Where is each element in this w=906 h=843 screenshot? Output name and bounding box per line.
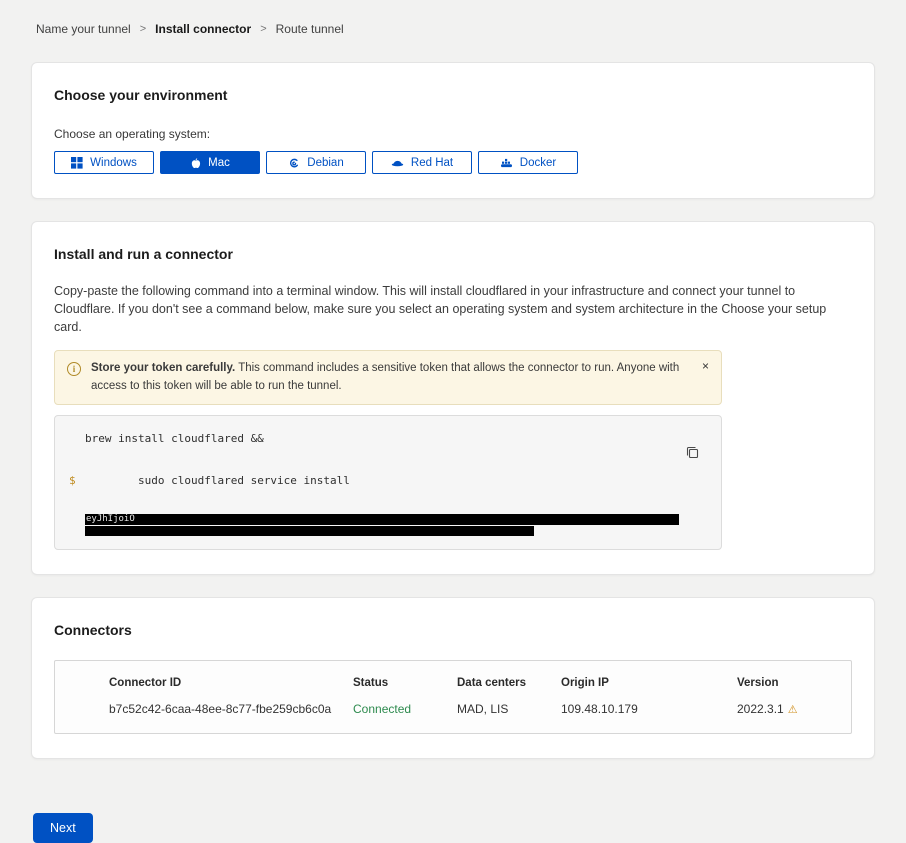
copy-icon[interactable] (686, 446, 699, 462)
install-card: Install and run a connector Copy-paste t… (31, 221, 875, 575)
info-icon: i (67, 362, 81, 376)
cell-data-centers: MAD, LIS (457, 702, 561, 716)
cell-version: 2022.3.1 ⚠ (737, 702, 831, 716)
token-warning-banner: i Store your token carefully. This comma… (54, 350, 722, 405)
windows-icon (71, 157, 83, 169)
os-button-label: Debian (307, 157, 343, 169)
os-button-debian[interactable]: Debian (266, 151, 366, 174)
apple-icon (190, 157, 201, 169)
breadcrumb-separator: > (140, 23, 146, 35)
code-line-2-text: sudo cloudflared service install (138, 474, 350, 487)
os-button-label: Mac (208, 157, 230, 169)
install-card-title: Install and run a connector (54, 246, 852, 262)
page: Name your tunnel > Install connector > R… (0, 0, 906, 843)
os-button-row: Windows Mac Debian Red Hat Docker (54, 151, 852, 174)
breadcrumb-separator: > (260, 23, 266, 35)
token-warning-bold: Store your token carefully. (91, 362, 235, 374)
debian-icon (288, 157, 300, 169)
cell-connector-id: b7c52c42-6caa-48ee-8c77-fbe259cb6c0a (109, 702, 353, 716)
os-button-windows[interactable]: Windows (54, 151, 154, 174)
os-button-label: Docker (520, 157, 556, 169)
table-row: b7c52c42-6caa-48ee-8c77-fbe259cb6c0a Con… (109, 702, 831, 716)
environment-card-title: Choose your environment (54, 87, 852, 103)
code-line-1: brew install cloudflared && (85, 428, 677, 449)
install-command-codeblock: brew install cloudflared && $sudo cloudf… (54, 415, 722, 550)
next-button[interactable]: Next (33, 813, 93, 843)
connectors-card: Connectors Connector ID Status Data cent… (31, 597, 875, 759)
redacted-token-bar-2 (85, 526, 534, 536)
breadcrumb-step-route-tunnel[interactable]: Route tunnel (276, 22, 344, 36)
version-value: 2022.3.1 (737, 702, 784, 716)
col-header-origin-ip: Origin IP (561, 677, 737, 689)
os-button-label: Windows (90, 157, 137, 169)
col-header-connector-id: Connector ID (109, 677, 353, 689)
breadcrumb-step-name-your-tunnel[interactable]: Name your tunnel (36, 22, 131, 36)
docker-icon (500, 158, 513, 168)
redacted-token-bar-1: eyJhIjoiO (85, 514, 679, 525)
col-header-version: Version (737, 677, 831, 689)
cell-origin-ip: 109.48.10.179 (561, 702, 737, 716)
connectors-table-header: Connector ID Status Data centers Origin … (109, 677, 831, 689)
environment-card: Choose your environment Choose an operat… (31, 62, 875, 199)
breadcrumb: Name your tunnel > Install connector > R… (36, 22, 875, 36)
token-warning-text: Store your token carefully. This command… (91, 360, 685, 395)
close-icon[interactable]: × (702, 360, 709, 372)
os-button-docker[interactable]: Docker (478, 151, 578, 174)
code-line-2: $sudo cloudflared service install (85, 449, 677, 512)
token-prefix: eyJhIjoiO (86, 514, 135, 524)
status-badge: Connected (353, 702, 457, 716)
col-header-data-centers: Data centers (457, 677, 561, 689)
os-button-mac[interactable]: Mac (160, 151, 260, 174)
connectors-card-title: Connectors (54, 622, 852, 638)
os-button-label: Red Hat (411, 157, 453, 169)
os-select-label: Choose an operating system: (54, 127, 852, 141)
breadcrumb-step-install-connector[interactable]: Install connector (155, 22, 251, 36)
version-warning-icon: ⚠ (788, 704, 798, 716)
install-description: Copy-paste the following command into a … (54, 282, 852, 336)
redhat-icon (391, 157, 404, 168)
shell-prompt: $ (69, 470, 76, 491)
os-button-redhat[interactable]: Red Hat (372, 151, 472, 174)
connectors-table: Connector ID Status Data centers Origin … (54, 660, 852, 734)
col-header-status: Status (353, 677, 457, 689)
